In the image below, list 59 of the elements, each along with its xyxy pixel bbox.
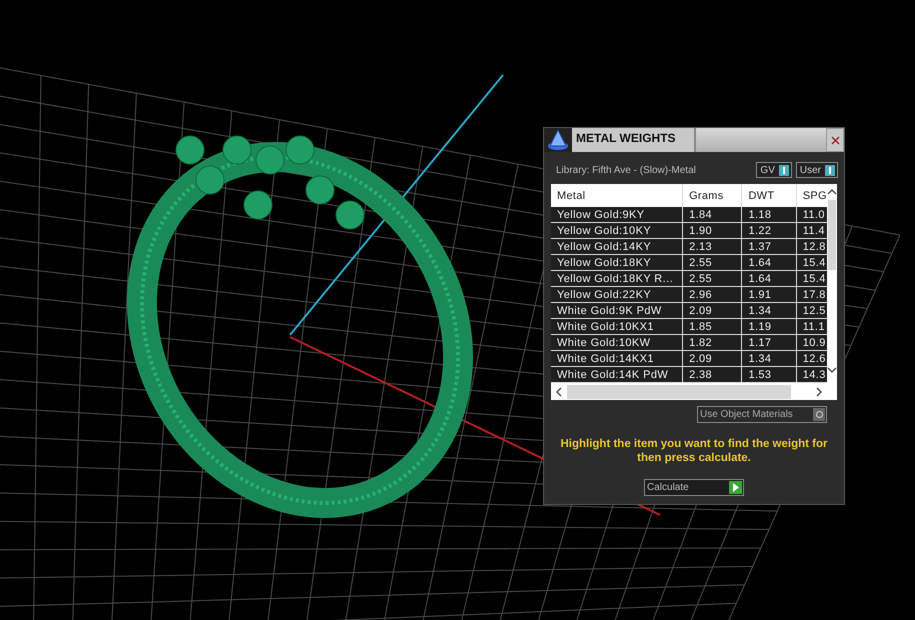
table-cell[interactable]: Yellow Gold:18KY: [551, 254, 683, 270]
table-cell[interactable]: 2.09: [682, 302, 742, 318]
table-cell[interactable]: 1.34: [742, 302, 796, 318]
library-label: Library: Fifth Ave - (Slow)-Metal: [556, 164, 696, 176]
table-cell[interactable]: 2.96: [682, 286, 742, 302]
column-header[interactable]: DWT: [742, 184, 796, 207]
cone-logo-icon: [546, 128, 570, 152]
table-cell[interactable]: 2.55: [682, 270, 742, 286]
column-header[interactable]: Metal: [551, 184, 683, 207]
table-cell[interactable]: 1.17: [742, 334, 796, 350]
table-cell[interactable]: 1.91: [742, 286, 796, 302]
table-cell[interactable]: 14.3: [796, 366, 827, 382]
table-cell[interactable]: 2.09: [682, 350, 742, 366]
table-cell[interactable]: 15.4: [796, 254, 827, 270]
table-cell[interactable]: 1.64: [742, 270, 796, 286]
table-cell[interactable]: 1.18: [742, 207, 796, 222]
instruction-text: Highlight the item you want to find the weight for then press calculate.: [560, 437, 828, 465]
table-cell[interactable]: 1.85: [682, 318, 742, 334]
table-cell[interactable]: 12.8: [796, 238, 827, 254]
table-cell[interactable]: 2.55: [682, 254, 742, 270]
table-cell[interactable]: Yellow Gold:18KY R...: [551, 270, 683, 286]
table-cell[interactable]: 12.6: [796, 350, 827, 366]
table-cell[interactable]: 11.0: [796, 207, 827, 222]
table-cell[interactable]: 12.5: [796, 302, 827, 318]
close-icon: [830, 136, 840, 144]
table-cell[interactable]: 11.4: [796, 222, 827, 238]
table-cell[interactable]: White Gold:14KX1: [551, 350, 683, 366]
table-cell[interactable]: White Gold:9K PdW: [551, 302, 683, 318]
table-cell[interactable]: White Gold:14K PdW: [551, 366, 683, 382]
table-cell[interactable]: 1.37: [742, 238, 796, 254]
close-button[interactable]: [826, 128, 844, 152]
window-title: METAL WEIGHTS: [572, 128, 696, 152]
library-toggle[interactable]: User: [796, 162, 838, 178]
table-cell[interactable]: 2.38: [682, 366, 742, 382]
table-cell[interactable]: 10.9: [796, 334, 827, 350]
table-cell[interactable]: Yellow Gold:22KY: [551, 286, 683, 302]
table-cell[interactable]: 1.82: [682, 334, 742, 350]
table-cell[interactable]: 1.84: [682, 207, 742, 222]
table-cell[interactable]: 17.8: [796, 286, 827, 302]
table-cell[interactable]: White Gold:10KW: [551, 334, 683, 350]
table-cell[interactable]: 1.90: [682, 222, 742, 238]
table-cell[interactable]: 1.34: [742, 350, 796, 366]
library-toggle[interactable]: GV: [756, 162, 792, 178]
table-cell[interactable]: 11.1: [796, 318, 827, 334]
table-cell[interactable]: White Gold:10KX1: [551, 318, 683, 334]
table-cell[interactable]: 1.53: [742, 366, 796, 382]
play-icon: [732, 483, 738, 492]
column-header[interactable]: SPG: [796, 184, 827, 207]
table-cell[interactable]: Yellow Gold:10KY: [551, 222, 683, 238]
table-cell[interactable]: 2.13: [682, 238, 742, 254]
table-cell[interactable]: 1.64: [742, 254, 796, 270]
table-cell[interactable]: 1.22: [742, 222, 796, 238]
calculate-button[interactable]: Calculate: [644, 479, 744, 496]
table-cell[interactable]: Yellow Gold:9KY: [551, 207, 683, 222]
table-cell[interactable]: Yellow Gold:14KY: [551, 238, 683, 254]
column-header[interactable]: Grams: [682, 184, 742, 207]
use-object-materials-toggle[interactable]: Use Object Materials: [697, 406, 827, 423]
table-cell[interactable]: 1.19: [742, 318, 796, 334]
table-cell[interactable]: 15.4: [796, 270, 827, 286]
